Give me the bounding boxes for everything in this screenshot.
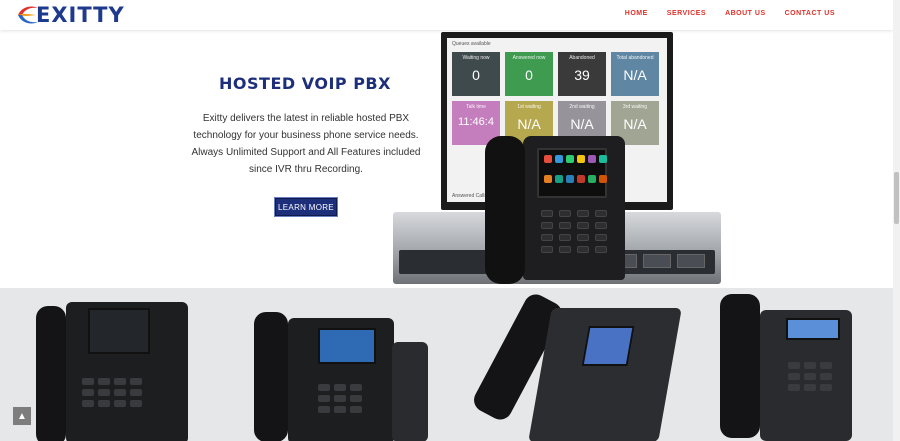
phone-keypad <box>541 210 607 253</box>
product-phone-1-keypad <box>82 378 142 407</box>
product-phone-2-screen <box>318 328 376 364</box>
product-phone-2-handset <box>254 312 288 441</box>
product-phone-2-keypad <box>318 384 362 413</box>
tile-label: Answered now <box>512 55 546 61</box>
site-header: EXITTY HOME SERVICES ABOUT US CONTACT US <box>0 0 893 30</box>
tile-value: 11:46:4 <box>458 116 494 128</box>
product-phone-3 <box>528 308 682 441</box>
product-phone-1-screen <box>88 308 150 354</box>
logo[interactable]: EXITTY <box>14 2 125 28</box>
chevron-up-icon: ▲ <box>17 410 27 422</box>
dashboard-footer: Answered Calls <box>452 193 487 199</box>
page: EXITTY HOME SERVICES ABOUT US CONTACT US… <box>0 0 900 441</box>
app-icon <box>577 174 585 183</box>
phone-handset <box>485 136 525 284</box>
phone-key <box>577 246 589 253</box>
main-nav: HOME SERVICES ABOUT US CONTACT US <box>606 10 835 17</box>
learn-more-button[interactable]: LEARN MORE <box>275 198 337 216</box>
tile-label: Talk time <box>466 104 486 110</box>
tile-label: Abandoned <box>569 55 595 61</box>
phone-key <box>541 210 553 217</box>
product-phone-3-screen <box>581 326 635 366</box>
phone-key <box>541 246 553 253</box>
phone-key <box>559 210 571 217</box>
phone-key <box>595 246 607 253</box>
app-icon <box>599 174 607 183</box>
app-icon <box>544 174 552 183</box>
app-icon <box>588 174 596 183</box>
product-showcase <box>0 288 893 441</box>
logo-text: EXITTY <box>36 3 125 27</box>
nav-about-us[interactable]: ABOUT US <box>725 10 766 17</box>
app-icon <box>544 155 552 163</box>
product-phone-4-handset <box>720 294 760 438</box>
phone-key <box>559 234 571 241</box>
product-phone-2-sidecar <box>392 342 428 441</box>
tile-value: N/A <box>623 67 647 83</box>
app-icon <box>566 155 574 163</box>
product-phone-1 <box>66 302 188 441</box>
tile-label: Waiting now <box>462 55 490 61</box>
product-phone-4-keypad <box>788 362 832 391</box>
product-phone-2 <box>288 318 394 441</box>
phone-key <box>541 222 553 229</box>
app-icon <box>555 174 563 183</box>
scrollbar-thumb[interactable] <box>894 172 899 224</box>
phone-key <box>559 222 571 229</box>
tile-value: 0 <box>472 67 480 83</box>
dashboard-tiles: Waiting now 0 Answered now 0 Abandoned 39 Tota… <box>452 52 659 145</box>
product-phone-4-screen <box>786 318 840 340</box>
phone-key <box>595 234 607 241</box>
phone-key <box>541 234 553 241</box>
phone-key <box>577 234 589 241</box>
hero-title: HOSTED VOIP PBX <box>219 74 391 93</box>
tile-label: 2nd waiting <box>569 104 595 110</box>
ip-phone-image <box>485 136 625 286</box>
hero-section: HOSTED VOIP PBX Exitty delivers the late… <box>0 30 893 288</box>
phone-key <box>595 222 607 229</box>
drive-bay <box>677 254 705 268</box>
tile-value: N/A <box>517 116 541 132</box>
phone-key <box>559 246 571 253</box>
tile-value: N/A <box>623 116 647 132</box>
dashboard-tile: Waiting now 0 <box>452 52 500 96</box>
tile-value: 39 <box>574 67 590 83</box>
tile-label: Total abandoned <box>616 55 654 61</box>
page-scrollbar[interactable] <box>893 0 900 441</box>
nav-contact-us[interactable]: CONTACT US <box>785 10 835 17</box>
app-icon <box>588 155 596 163</box>
tile-label: 1st waiting <box>517 104 541 110</box>
drive-bay <box>643 254 671 268</box>
dashboard-header: Queues available <box>452 41 491 47</box>
product-phone-4 <box>760 310 852 441</box>
phone-body <box>523 136 625 280</box>
nav-services[interactable]: SERVICES <box>667 10 706 17</box>
phone-screen <box>537 148 607 198</box>
hero-description: Exitty delivers the latest in reliable h… <box>191 113 421 175</box>
dashboard-tile: Abandoned 39 <box>558 52 606 96</box>
dashboard-tile: Total abandoned N/A <box>611 52 659 96</box>
app-icon <box>566 174 574 183</box>
dashboard-tile: Answered now 0 <box>505 52 553 96</box>
phone-key <box>577 222 589 229</box>
app-icon <box>599 155 607 163</box>
scroll-to-top-button[interactable]: ▲ <box>13 407 31 425</box>
tile-value: 0 <box>525 67 533 83</box>
app-icon <box>555 155 563 163</box>
tile-value: N/A <box>570 116 594 132</box>
product-phone-1-handset <box>36 306 66 441</box>
app-icon <box>577 155 585 163</box>
phone-key <box>595 210 607 217</box>
nav-home[interactable]: HOME <box>625 10 648 17</box>
phone-key <box>577 210 589 217</box>
tile-label: 3rd waiting <box>622 104 648 110</box>
